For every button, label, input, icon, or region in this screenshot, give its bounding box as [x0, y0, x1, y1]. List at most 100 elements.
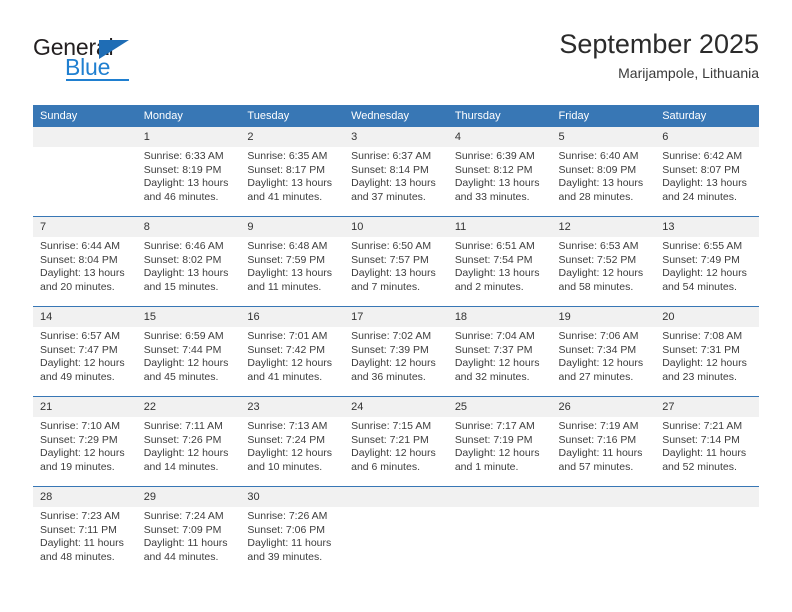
- calendar-empty-cell: [344, 487, 448, 576]
- day-sun-info: Sunrise: 7:23 AM Sunset: 7:11 PM Daylight:…: [33, 507, 137, 564]
- day-sun-info-line: Sunrise: 6:59 AM: [143, 330, 224, 342]
- calendar-day-cell[interactable]: 19 Sunrise: 7:06 AM Sunset: 7:34 PM Dayligh…: [551, 307, 656, 396]
- calendar-day-cell[interactable]: 6 Sunrise: 6:42 AM Sunset: 8:07 PM Daylight…: [655, 127, 759, 216]
- day-sun-info-line: Sunrise: 7:21 AM: [662, 420, 743, 432]
- day-sun-info-line: and 32 minutes.: [454, 370, 530, 383]
- day-sun-info-line: and 2 minutes.: [454, 280, 524, 293]
- calendar-day-cell[interactable]: 30 Sunrise: 7:26 AM Sunset: 7:06 PM Dayligh…: [240, 487, 345, 576]
- day-number: 21: [33, 397, 137, 417]
- day-sun-info-line: Daylight: 12 hours: [558, 357, 644, 370]
- day-sun-info-line: Sunrise: 6:57 AM: [40, 330, 120, 342]
- calendar-empty-cell: [655, 487, 759, 576]
- day-sun-info-line: Daylight: 12 hours: [143, 447, 229, 460]
- day-sun-info: Sunrise: 7:19 AM Sunset: 7:16 PM Daylight:…: [552, 417, 656, 474]
- calendar-day-cell[interactable]: 18 Sunrise: 7:04 AM Sunset: 7:37 PM Dayligh…: [447, 307, 552, 396]
- day-sun-info-line: Sunrise: 7:08 AM: [662, 330, 743, 342]
- calendar-day-cell[interactable]: 21 Sunrise: 7:10 AM Sunset: 7:29 PM Dayligh…: [33, 397, 137, 486]
- calendar-day-cell[interactable]: 9 Sunrise: 6:48 AM Sunset: 7:59 PM Daylight…: [240, 217, 345, 306]
- day-sun-info: Sunrise: 7:08 AM Sunset: 7:31 PM Daylight:…: [655, 327, 759, 384]
- calendar-day-cell[interactable]: 15 Sunrise: 6:59 AM Sunset: 7:44 PM Dayligh…: [136, 307, 241, 396]
- calendar-day-cell[interactable]: 25 Sunrise: 7:17 AM Sunset: 7:19 PM Dayligh…: [447, 397, 552, 486]
- day-number: 19: [551, 307, 656, 327]
- calendar-day-cell[interactable]: 10 Sunrise: 6:50 AM Sunset: 7:57 PM Dayligh…: [344, 217, 448, 306]
- day-sun-info: Sunrise: 6:48 AM Sunset: 7:59 PM Daylight:…: [240, 237, 344, 294]
- day-sun-info-line: and 6 minutes.: [351, 460, 420, 473]
- day-number: 2: [240, 127, 345, 147]
- day-number: [655, 487, 759, 507]
- day-sun-info-line: Sunset: 7:06 PM: [247, 523, 326, 536]
- day-sun-info-line: Daylight: 11 hours: [40, 537, 124, 550]
- calendar-day-cell[interactable]: 16 Sunrise: 7:01 AM Sunset: 7:42 PM Dayligh…: [240, 307, 345, 396]
- day-number: 5: [551, 127, 656, 147]
- calendar-day-cell[interactable]: 23 Sunrise: 7:13 AM Sunset: 7:24 PM Dayligh…: [240, 397, 345, 486]
- day-sun-info: Sunrise: 6:57 AM Sunset: 7:47 PM Daylight:…: [33, 327, 137, 384]
- day-sun-info-line: Sunrise: 7:01 AM: [247, 330, 328, 342]
- day-sun-info-line: Sunrise: 6:44 AM: [40, 240, 120, 252]
- calendar-day-cell[interactable]: 3 Sunrise: 6:37 AM Sunset: 8:14 PM Daylight…: [344, 127, 448, 216]
- day-number: 17: [344, 307, 448, 327]
- day-sun-info-line: Daylight: 13 hours: [454, 177, 540, 190]
- day-sun-info-line: Sunrise: 6:46 AM: [143, 240, 224, 252]
- day-number: 12: [551, 217, 656, 237]
- day-sun-info-line: Daylight: 13 hours: [247, 177, 333, 190]
- calendar-day-cell[interactable]: 7 Sunrise: 6:44 AM Sunset: 8:04 PM Daylight…: [33, 217, 137, 306]
- day-sun-info-line: and 44 minutes.: [143, 550, 219, 563]
- day-sun-info-line: Sunset: 7:49 PM: [662, 253, 740, 266]
- day-sun-info: Sunrise: 7:11 AM Sunset: 7:26 PM Daylight:…: [137, 417, 241, 474]
- calendar-day-cell[interactable]: 1 Sunrise: 6:33 AM Sunset: 8:19 PM Daylight…: [136, 127, 241, 216]
- day-sun-info-line: Sunset: 7:34 PM: [558, 343, 637, 356]
- calendar-day-cell[interactable]: 12 Sunrise: 6:53 AM Sunset: 7:52 PM Dayligh…: [551, 217, 656, 306]
- day-number: 7: [33, 217, 137, 237]
- day-sun-info-line: Sunrise: 7:24 AM: [143, 510, 224, 522]
- day-sun-info-line: Sunset: 7:24 PM: [247, 433, 326, 446]
- page-subtitle: Marijampole, Lithuania: [618, 65, 759, 81]
- calendar-day-cell[interactable]: 24 Sunrise: 7:15 AM Sunset: 7:21 PM Dayligh…: [344, 397, 448, 486]
- calendar-day-cell[interactable]: 29 Sunrise: 7:24 AM Sunset: 7:09 PM Dayligh…: [136, 487, 241, 576]
- day-number: 29: [136, 487, 241, 507]
- day-sun-info: Sunrise: 7:01 AM Sunset: 7:42 PM Daylight:…: [240, 327, 344, 384]
- day-sun-info-line: Sunrise: 7:06 AM: [558, 330, 639, 342]
- calendar-day-cell[interactable]: 28 Sunrise: 7:23 AM Sunset: 7:11 PM Dayligh…: [33, 487, 137, 576]
- generalblue-logo[interactable]: General Blue: [33, 34, 163, 82]
- day-number: 6: [655, 127, 759, 147]
- day-sun-info-line: Daylight: 12 hours: [351, 357, 436, 370]
- weekday-header-saturday: Saturday: [655, 105, 759, 127]
- day-sun-info-line: and 36 minutes.: [351, 370, 426, 383]
- calendar-day-cell[interactable]: 17 Sunrise: 7:02 AM Sunset: 7:39 PM Dayligh…: [344, 307, 448, 396]
- calendar-day-cell[interactable]: 2 Sunrise: 6:35 AM Sunset: 8:17 PM Daylight…: [240, 127, 345, 216]
- day-sun-info-line: Sunset: 8:04 PM: [40, 253, 118, 266]
- calendar-day-cell[interactable]: 13 Sunrise: 6:55 AM Sunset: 7:49 PM Dayligh…: [655, 217, 759, 306]
- day-sun-info-line: Sunrise: 7:04 AM: [454, 330, 535, 342]
- day-sun-info-line: Daylight: 12 hours: [351, 447, 436, 460]
- page-title: September 2025: [559, 29, 759, 59]
- day-sun-info-line: Daylight: 12 hours: [454, 447, 540, 460]
- weekday-header-sunday: Sunday: [33, 105, 137, 127]
- calendar-day-cell[interactable]: 11 Sunrise: 6:51 AM Sunset: 7:54 PM Dayligh…: [447, 217, 552, 306]
- day-number: [33, 127, 137, 147]
- calendar-day-cell[interactable]: 8 Sunrise: 6:46 AM Sunset: 8:02 PM Daylight…: [136, 217, 241, 306]
- day-sun-info-line: Sunset: 7:31 PM: [662, 343, 740, 356]
- sunrise-sunset-calendar-table: Sunday Monday Tuesday Wednesday Thursday Frid…: [33, 105, 759, 576]
- day-sun-info-line: Sunrise: 6:50 AM: [351, 240, 432, 252]
- day-sun-info-line: Sunset: 7:11 PM: [40, 523, 117, 536]
- day-number: 3: [344, 127, 448, 147]
- calendar-day-cell[interactable]: 22 Sunrise: 7:11 AM Sunset: 7:26 PM Dayligh…: [136, 397, 241, 486]
- day-sun-info-line: Sunrise: 7:10 AM: [40, 420, 120, 432]
- day-number: 1: [136, 127, 241, 147]
- calendar-day-cell[interactable]: 27 Sunrise: 7:21 AM Sunset: 7:14 PM Dayligh…: [655, 397, 759, 486]
- day-sun-info-line: Sunrise: 6:39 AM: [454, 150, 535, 162]
- day-sun-info-line: Sunset: 8:17 PM: [247, 163, 326, 176]
- calendar-day-cell[interactable]: 5 Sunrise: 6:40 AM Sunset: 8:09 PM Daylight…: [551, 127, 656, 216]
- day-sun-info: Sunrise: 7:26 AM Sunset: 7:06 PM Daylight:…: [240, 507, 344, 564]
- day-sun-info-line: Sunset: 8:02 PM: [143, 253, 222, 266]
- day-sun-info-line: and 24 minutes.: [662, 190, 737, 203]
- calendar-day-cell[interactable]: 26 Sunrise: 7:19 AM Sunset: 7:16 PM Dayligh…: [551, 397, 656, 486]
- logo-underline: [66, 79, 129, 81]
- day-sun-info-line: and 33 minutes.: [454, 190, 530, 203]
- calendar-day-cell[interactable]: 14 Sunrise: 6:57 AM Sunset: 7:47 PM Dayligh…: [33, 307, 137, 396]
- day-sun-info: Sunrise: 6:33 AM Sunset: 8:19 PM Daylight:…: [137, 147, 241, 204]
- day-number: 10: [344, 217, 448, 237]
- calendar-day-cell[interactable]: 4 Sunrise: 6:39 AM Sunset: 8:12 PM Daylight…: [447, 127, 552, 216]
- day-sun-info-line: Daylight: 12 hours: [247, 447, 333, 460]
- calendar-day-cell[interactable]: 20 Sunrise: 7:08 AM Sunset: 7:31 PM Dayligh…: [655, 307, 759, 396]
